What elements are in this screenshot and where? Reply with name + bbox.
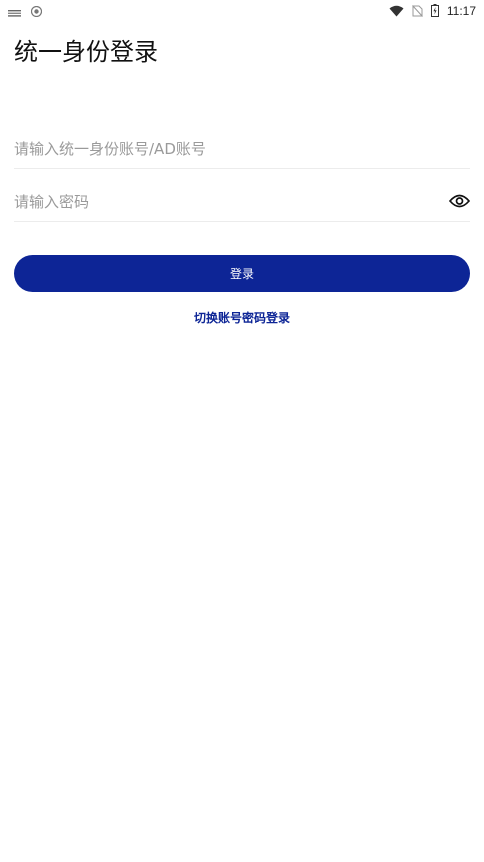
shield-app-icon (30, 2, 43, 21)
wifi-icon (389, 2, 404, 21)
status-bar: 11:17 (0, 0, 484, 22)
status-time: 11:17 (446, 4, 476, 18)
status-left (8, 2, 43, 21)
notification-icon (8, 2, 21, 21)
account-input[interactable] (14, 140, 470, 158)
page-title: 统一身份登录 (14, 38, 158, 66)
password-field-wrapper (14, 183, 470, 222)
password-input[interactable] (14, 193, 470, 211)
login-button[interactable]: 登录 (14, 255, 470, 292)
battery-charging-icon (430, 2, 439, 21)
status-right: 11:17 (389, 2, 476, 21)
no-sim-icon (411, 2, 423, 21)
eye-icon[interactable] (448, 191, 470, 211)
account-field-wrapper (14, 130, 470, 169)
switch-login-link[interactable]: 切换账号密码登录 (0, 309, 484, 326)
